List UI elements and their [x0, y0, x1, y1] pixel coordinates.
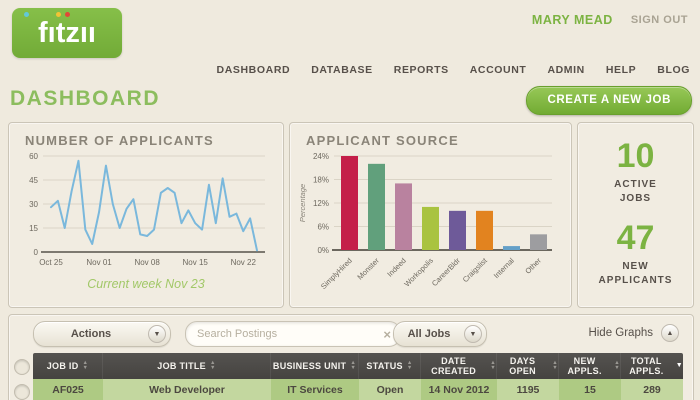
active-jobs-value: 10 [616, 137, 655, 175]
cell-status: Open [359, 379, 421, 400]
table-header-row: JOB ID ▲ ▼ JOB TITLE ▲ ▼ BUSINESS UNIT ▲ ▼ … [33, 353, 683, 379]
jobs-table: JOB ID ▲ ▼ JOB TITLE ▲ ▼ BUSINESS UNIT ▲ ▼ … [33, 353, 683, 400]
bar-chart-title: APPLICANT SOURCE [306, 133, 459, 148]
svg-text:Workopolis: Workopolis [402, 256, 435, 289]
sort-icon: ▲ ▼ [406, 359, 413, 371]
applicants-line-chart: 0 15 30 45 60 Oct 25 Nov 01 Nov 08 Nov 15 Nov 22 [29, 152, 265, 267]
main-nav: DASHBOARD DATABASE REPORTS ACCOUNT ADMIN… [217, 64, 690, 76]
nav-item-database[interactable]: DATABASE [311, 64, 373, 76]
cell-job-title: Web Developer [103, 379, 271, 400]
column-header-total-appls[interactable]: TOTAL APPLS. ▼ [621, 353, 683, 379]
svg-text:Nov 22: Nov 22 [231, 258, 257, 267]
logo-text: fıtzıı [38, 16, 96, 49]
clear-search-icon[interactable]: × [383, 328, 391, 341]
fitzii-logo[interactable]: fıtzıı [12, 8, 122, 58]
cell-job-id: AF025 [33, 379, 103, 400]
cell-date-created: 14 Nov 2012 [421, 379, 497, 400]
column-header-job-title[interactable]: JOB TITLE ▲ ▼ [103, 353, 271, 379]
logo-dot-yellow-icon [56, 12, 61, 17]
column-header-job-id[interactable]: JOB ID ▲ ▼ [33, 353, 103, 379]
svg-text:Other: Other [523, 256, 543, 276]
logo-dot-teal-icon [24, 12, 29, 17]
svg-text:Nov 01: Nov 01 [86, 258, 112, 267]
svg-text:15: 15 [29, 224, 38, 233]
cell-days-open: 1195 [497, 379, 559, 400]
nav-item-blog[interactable]: BLOG [657, 64, 690, 76]
cell-total-appls: 289 [621, 379, 683, 400]
nav-item-admin[interactable]: ADMIN [547, 64, 584, 76]
nav-item-dashboard[interactable]: DASHBOARD [217, 64, 291, 76]
svg-text:Percentage: Percentage [298, 184, 307, 222]
new-applicants-value: 47 [616, 219, 655, 257]
user-bar: MARY MEAD SIGN OUT [532, 13, 688, 27]
select-all-radio[interactable] [14, 359, 30, 375]
applicant-source-panel: APPLICANT SOURCE 0% 6% 12% 18% 24% Percentage… [289, 122, 572, 308]
svg-text:0: 0 [34, 248, 39, 257]
svg-text:Nov 15: Nov 15 [183, 258, 209, 267]
create-new-job-button[interactable]: CREATE A NEW JOB [526, 86, 692, 115]
svg-text:6%: 6% [317, 223, 329, 232]
chevron-up-icon: ▲ [661, 324, 679, 342]
page-title: DASHBOARD [10, 87, 160, 110]
svg-text:60: 60 [29, 152, 38, 161]
nav-item-account[interactable]: ACCOUNT [470, 64, 527, 76]
svg-text:45: 45 [29, 176, 38, 185]
job-filter-dropdown[interactable]: All Jobs ▼ [393, 321, 487, 347]
nav-item-reports[interactable]: REPORTS [394, 64, 449, 76]
sign-out-link[interactable]: SIGN OUT [631, 14, 688, 26]
jobs-table-panel: Actions ▼ × All Jobs ▼ Hide Graphs ▲ JOB… [8, 314, 694, 400]
sort-icon: ▲ ▼ [209, 359, 216, 371]
cell-new-appls: 15 [559, 379, 621, 400]
stats-panel: 10 ACTIVE JOBS 47 NEW APPLICANTS [577, 122, 694, 308]
nav-item-help[interactable]: HELP [606, 64, 636, 76]
svg-text:18%: 18% [313, 176, 329, 185]
svg-text:30: 30 [29, 200, 38, 209]
svg-text:24%: 24% [313, 152, 329, 161]
sort-icon: ▲ ▼ [82, 359, 89, 371]
cell-business-unit: IT Services [271, 379, 359, 400]
svg-text:Oct 25: Oct 25 [39, 258, 63, 267]
svg-text:CareerBldr: CareerBldr [430, 256, 462, 288]
column-header-status[interactable]: STATUS ▲ ▼ [359, 353, 421, 379]
job-filter-label: All Jobs [407, 328, 451, 340]
chevron-down-icon: ▼ [464, 325, 482, 343]
actions-dropdown-label: Actions [70, 328, 112, 340]
sort-desc-icon: ▼ [675, 361, 683, 369]
sort-icon: ▲ ▼ [614, 359, 620, 371]
new-applicants-label: NEW APPLICANTS [598, 261, 673, 286]
fitzii-dashboard-app: fıtzıı MARY MEAD SIGN OUT DASHBOARD DATA… [0, 0, 700, 400]
number-of-applicants-panel: NUMBER OF APPLICANTS 0 15 30 45 60 Oct 25 Nov … [8, 122, 284, 308]
svg-text:Nov 08: Nov 08 [134, 258, 160, 267]
svg-text:SimplyHired: SimplyHired [319, 256, 354, 291]
hide-graphs-label: Hide Graphs [588, 327, 653, 339]
column-header-new-appls[interactable]: NEW APPLS. ▲ ▼ [559, 353, 621, 379]
svg-text:Craigslist: Craigslist [461, 255, 490, 284]
row-select-radio[interactable] [14, 384, 30, 400]
svg-text:Internal: Internal [492, 256, 516, 280]
sort-icon: ▲ ▼ [490, 359, 496, 371]
sort-icon: ▲ ▼ [552, 359, 558, 371]
actions-dropdown[interactable]: Actions ▼ [33, 321, 171, 347]
svg-text:12%: 12% [313, 199, 329, 208]
active-jobs-label: ACTIVE JOBS [614, 179, 657, 204]
column-header-date-created[interactable]: DATE CREATED ▲ ▼ [421, 353, 497, 379]
svg-text:0%: 0% [317, 246, 329, 255]
svg-text:Monster: Monster [355, 256, 381, 282]
sort-icon: ▲ ▼ [350, 359, 357, 371]
line-chart-title: NUMBER OF APPLICANTS [25, 133, 214, 148]
column-header-days-open[interactable]: DAYS OPEN ▲ ▼ [497, 353, 559, 379]
svg-text:Indeed: Indeed [385, 256, 408, 279]
user-name-link[interactable]: MARY MEAD [532, 13, 613, 27]
search-postings-box: × [185, 321, 401, 347]
hide-graphs-toggle[interactable]: Hide Graphs ▲ [588, 324, 679, 342]
logo-dot-red-icon [65, 12, 70, 17]
table-row[interactable]: AF025 Web Developer IT Services Open 14 … [33, 379, 683, 400]
current-week-caption: Current week Nov 23 [87, 277, 205, 291]
chevron-down-icon: ▼ [148, 325, 166, 343]
search-postings-input[interactable] [195, 327, 384, 341]
column-header-business-unit[interactable]: BUSINESS UNIT ▲ ▼ [271, 353, 359, 379]
source-bar-chart: 0% 6% 12% 18% 24% Percentage SimplyHired Monste… [298, 152, 552, 291]
